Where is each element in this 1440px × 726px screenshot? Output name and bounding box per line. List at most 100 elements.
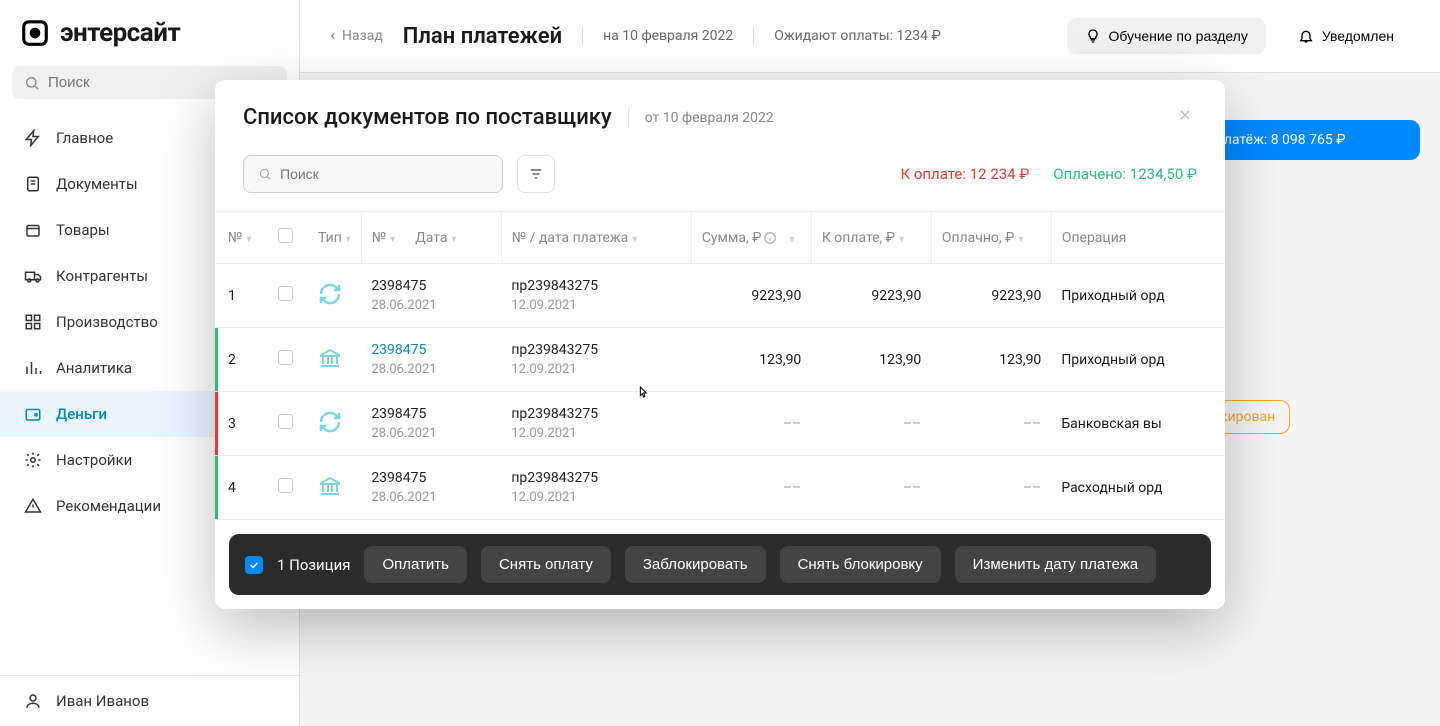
row-sum: ––: [691, 392, 811, 456]
documents-table: № Тип №Дата № / дата платежа Сумма, ₽ К …: [215, 211, 1225, 520]
row-type: [308, 264, 361, 328]
grid-icon: [24, 313, 42, 331]
bank-icon: [318, 474, 342, 498]
col-type[interactable]: Тип: [308, 212, 361, 264]
learn-button[interactable]: Обучение по разделу: [1067, 18, 1266, 54]
row-checkbox[interactable]: [268, 328, 308, 392]
row-index: 2: [218, 328, 268, 392]
user-icon: [24, 692, 42, 710]
bars-icon: [24, 359, 42, 377]
table-row[interactable]: 4 239847528.06.2021 пр23984327512.09.202…: [215, 456, 1225, 520]
row-index: 3: [218, 392, 268, 456]
row-type: [308, 456, 361, 520]
row-topay: ––: [811, 392, 931, 456]
row-sum: ––: [691, 456, 811, 520]
row-type: [308, 392, 361, 456]
row-checkbox[interactable]: [268, 264, 308, 328]
action-pay[interactable]: Оплатить: [364, 546, 467, 583]
close-icon: [1177, 107, 1193, 123]
row-operation: Расходный орд: [1051, 456, 1225, 520]
row-doc[interactable]: 239847528.06.2021: [361, 456, 501, 520]
row-paid: 9223,90: [931, 264, 1051, 328]
info-icon: [763, 231, 777, 245]
chevron-left-icon: [328, 31, 338, 41]
col-index[interactable]: №: [218, 212, 268, 264]
check-icon: [248, 559, 260, 571]
table-row[interactable]: 3 239847528.06.2021 пр23984327512.09.202…: [215, 392, 1225, 456]
document-icon: [24, 175, 42, 193]
bell-icon: [1298, 28, 1314, 44]
row-payment: пр23984327512.09.2021: [501, 456, 691, 520]
row-operation: Приходный орд: [1051, 328, 1225, 392]
row-paid: ––: [931, 456, 1051, 520]
selection-checkbox[interactable]: [245, 556, 263, 574]
row-operation: Приходный орд: [1051, 264, 1225, 328]
page-title: План платежей: [403, 24, 562, 49]
package-icon: [24, 221, 42, 239]
search-icon: [24, 75, 40, 91]
refresh-icon: [318, 282, 342, 306]
supplier-documents-modal: Список документов по поставщику от 10 фе…: [215, 80, 1225, 609]
action-change-date[interactable]: Изменить дату платежа: [955, 546, 1156, 583]
gear-icon: [24, 451, 42, 469]
col-topay[interactable]: К оплате, ₽: [811, 212, 931, 264]
divider: [628, 108, 629, 128]
modal-search-input[interactable]: [280, 166, 488, 182]
row-operation: Банковская вы: [1051, 392, 1225, 456]
row-doc[interactable]: 239847528.06.2021: [361, 392, 501, 456]
row-index: 4: [218, 456, 268, 520]
total-to-pay: К оплате: 12 234 ₽: [900, 165, 1029, 183]
truck-icon: [24, 267, 42, 285]
col-num-date[interactable]: №Дата: [361, 212, 501, 264]
topbar: Назад План платежей на 10 февраля 2022 О…: [300, 0, 1440, 73]
refresh-icon: [318, 410, 342, 434]
action-block[interactable]: Заблокировать: [625, 546, 766, 583]
notifications-button[interactable]: Уведомлен: [1280, 18, 1412, 54]
sliders-icon: [528, 166, 544, 182]
warning-icon: [24, 497, 42, 515]
col-paid[interactable]: Оплачно, ₽: [931, 212, 1051, 264]
row-type: [308, 328, 361, 392]
total-paid: Оплачено: 1234,50 ₽: [1053, 165, 1197, 183]
brand-icon: [20, 18, 50, 48]
row-checkbox[interactable]: [268, 456, 308, 520]
row-sum: 9223,90: [691, 264, 811, 328]
modal-search[interactable]: [243, 155, 503, 193]
selection-count: 1 Позиция: [277, 556, 350, 574]
modal-subtitle: от 10 февраля 2022: [645, 110, 774, 126]
header-date: на 10 февраля 2022: [603, 28, 733, 44]
bank-icon: [318, 346, 342, 370]
filter-button[interactable]: [517, 155, 555, 193]
back-link[interactable]: Назад: [328, 28, 383, 44]
row-doc[interactable]: 239847528.06.2021: [361, 328, 501, 392]
bolt-icon: [24, 129, 42, 147]
user-profile[interactable]: Иван Иванов: [0, 675, 299, 726]
row-index: 1: [218, 264, 268, 328]
row-doc[interactable]: 239847528.06.2021: [361, 264, 501, 328]
selection-actionbar: 1 Позиция Оплатить Снять оплату Заблокир…: [229, 534, 1211, 595]
bulb-icon: [1085, 28, 1101, 44]
col-sum[interactable]: Сумма, ₽: [691, 212, 811, 264]
table-row[interactable]: 1 239847528.06.2021 пр23984327512.09.202…: [215, 264, 1225, 328]
action-unpay[interactable]: Снять оплату: [481, 546, 611, 583]
divider: [582, 26, 583, 46]
table-row[interactable]: 2 239847528.06.2021 пр23984327512.09.202…: [215, 328, 1225, 392]
search-icon: [258, 167, 272, 181]
row-paid: 123,90: [931, 328, 1051, 392]
row-payment: пр23984327512.09.2021: [501, 328, 691, 392]
close-button[interactable]: [1173, 102, 1197, 133]
col-checkbox[interactable]: [268, 212, 308, 264]
col-payment[interactable]: № / дата платежа: [501, 212, 691, 264]
row-sum: 123,90: [691, 328, 811, 392]
row-checkbox[interactable]: [268, 392, 308, 456]
action-unblock[interactable]: Снять блокировку: [780, 546, 941, 583]
col-operation[interactable]: Операция: [1051, 212, 1225, 264]
header-awaiting: Ожидают оплаты: 1234 ₽: [774, 28, 941, 44]
brand-logo: энтерсайт: [0, 0, 299, 66]
row-topay: ––: [811, 456, 931, 520]
row-payment: пр23984327512.09.2021: [501, 392, 691, 456]
row-payment: пр23984327512.09.2021: [501, 264, 691, 328]
row-paid: ––: [931, 392, 1051, 456]
row-topay: 123,90: [811, 328, 931, 392]
modal-title: Список документов по поставщику: [243, 105, 612, 130]
